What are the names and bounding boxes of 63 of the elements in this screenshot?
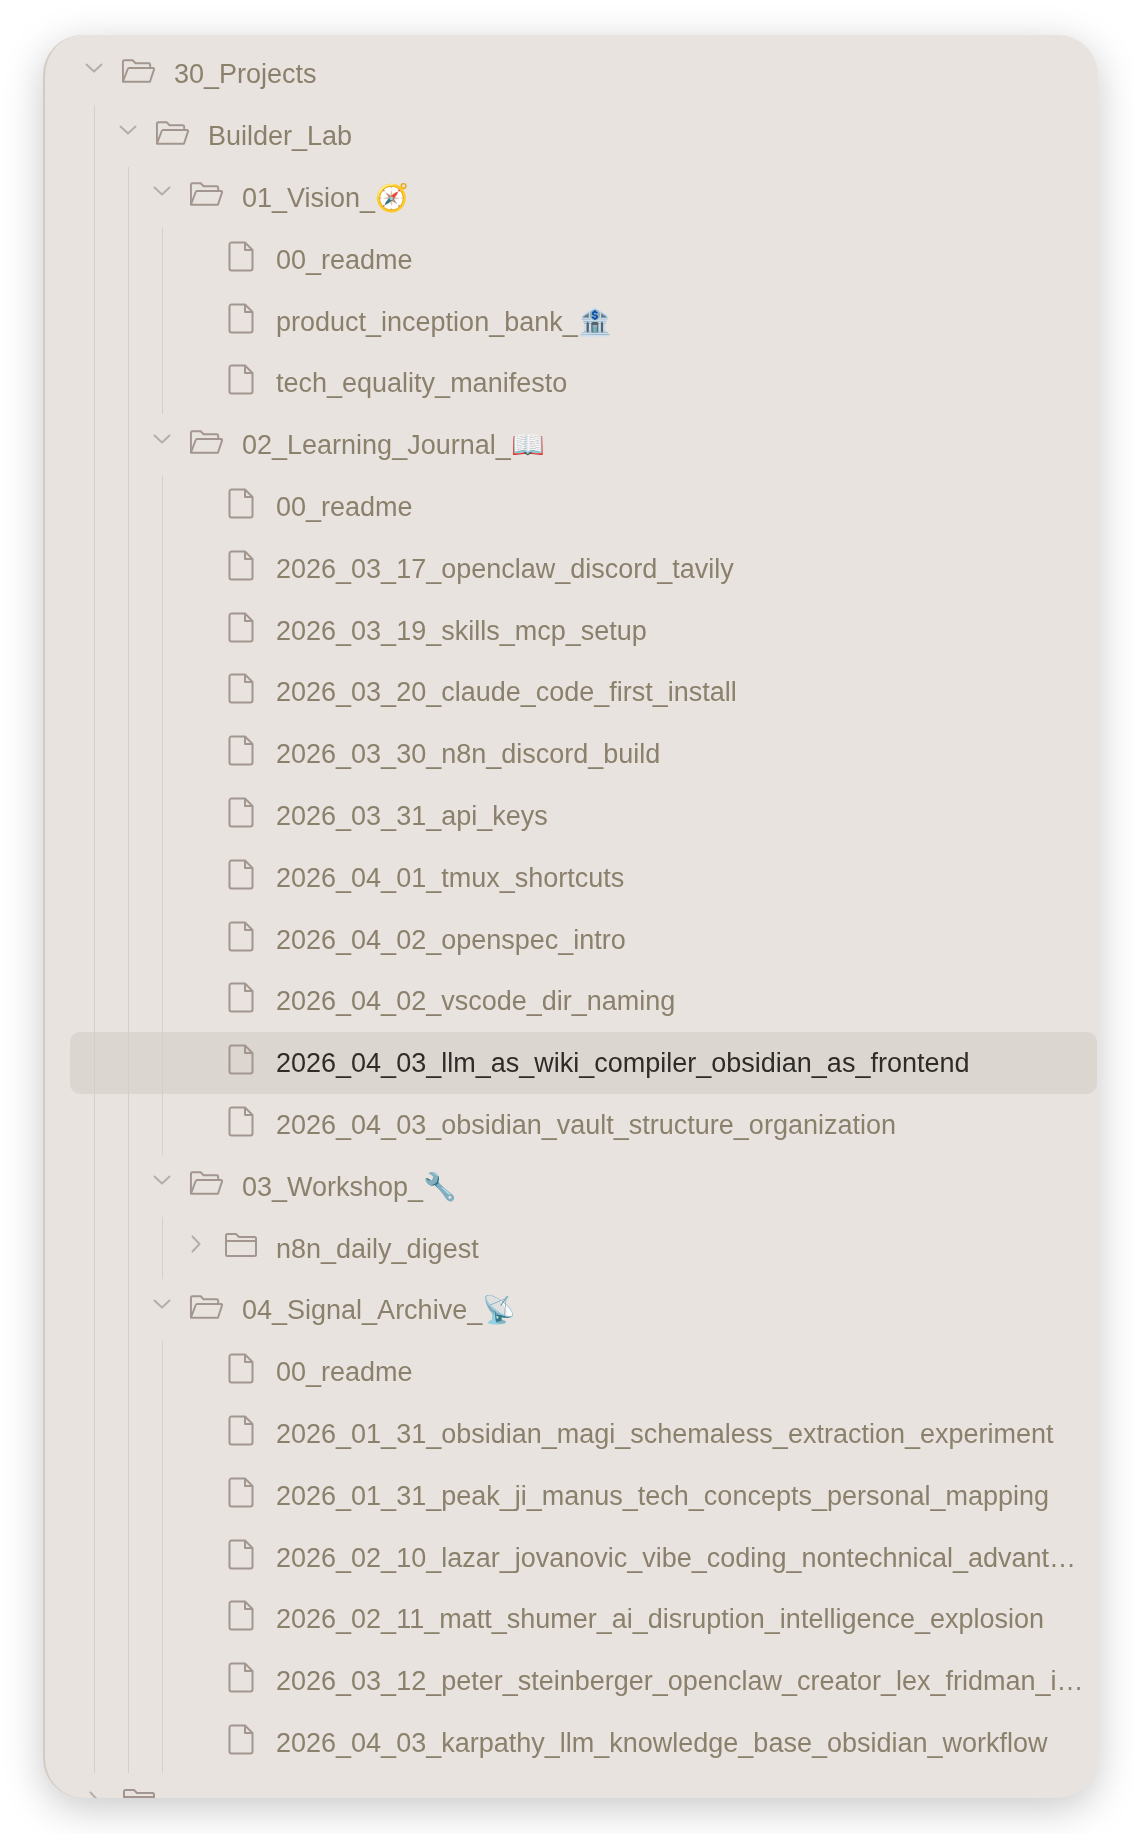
chevron-right-icon[interactable] <box>191 1235 201 1254</box>
file-icon <box>227 1044 254 1076</box>
file-icon <box>227 611 254 643</box>
file-row[interactable]: 2026_04_03_obsidian_vault_structure_organization <box>70 1093 1097 1156</box>
folder-row[interactable]: 01_Vision_🧭 <box>70 166 1097 229</box>
file-row[interactable]: 2026_03_31_api_keys <box>70 784 1097 847</box>
file-icon <box>227 858 254 890</box>
file-row[interactable]: 2026_03_30_n8n_discord_build <box>70 722 1097 785</box>
file-icon <box>227 302 254 334</box>
folder-open-icon <box>189 428 224 455</box>
file-row[interactable]: 2026_03_20_claude_code_first_install <box>70 660 1097 723</box>
file-icon <box>227 1538 254 1570</box>
file-row[interactable]: 00_readme <box>70 1340 1097 1403</box>
folder-row[interactable]: n8n_daily_digest <box>70 1217 1097 1279</box>
folder-row[interactable]: 02_Learning_Journal_📖 <box>70 413 1097 476</box>
folder-open-icon <box>189 1170 224 1197</box>
file-icon <box>227 1105 254 1137</box>
folder-row[interactable]: 04_Signal_Archive_📡 <box>70 1278 1097 1341</box>
folder-open-icon <box>121 57 156 84</box>
file-row[interactable]: 2026_03_19_skills_mcp_setup <box>70 599 1097 661</box>
file-icon <box>227 673 254 705</box>
folder-open-icon <box>155 119 190 146</box>
file-row[interactable]: 2026_01_31_peak_ji_manus_tech_concepts_personal_mapping <box>70 1464 1097 1527</box>
folder-icon <box>223 1232 258 1259</box>
file-row[interactable]: 2026_01_31_obsidian_magi_schemaless_extraction_experiment <box>70 1402 1097 1465</box>
file-row[interactable]: 2026_03_12_peter_steinberger_openclaw_creator_lex_fridman_i… <box>70 1649 1097 1712</box>
file-row[interactable]: 2026_02_10_lazar_jovanovic_vibe_coding_nontechnical_advant… <box>70 1526 1097 1588</box>
folder-open-icon <box>189 181 224 208</box>
file-icon <box>227 1353 254 1385</box>
file-row[interactable]: 2026_02_11_matt_shumer_ai_disruption_intelligence_explosion <box>70 1587 1097 1650</box>
file-icon <box>227 549 254 581</box>
file-row[interactable]: 2026_04_01_tmux_shortcuts <box>70 846 1097 909</box>
file-icon <box>227 1662 254 1694</box>
file-icon <box>227 487 254 519</box>
file-icon <box>227 1600 254 1632</box>
file-row[interactable]: 2026_04_03_karpathy_llm_knowledge_base_obsidian_workflow <box>70 1711 1097 1774</box>
file-icon <box>227 735 254 767</box>
file-row[interactable]: 00_readme <box>70 228 1097 291</box>
file-icon <box>227 364 254 396</box>
chevron-down-icon[interactable] <box>153 433 171 444</box>
file-icon <box>227 1723 254 1755</box>
folder-row[interactable]: 30_Projects <box>70 43 1097 105</box>
file-icon <box>227 796 254 828</box>
file-row[interactable]: product_inception_bank_🏦 <box>70 290 1097 352</box>
file-row[interactable]: 2026_04_02_openspec_intro <box>70 908 1097 970</box>
chevron-down-icon[interactable] <box>153 1298 171 1309</box>
chevron-down-icon[interactable] <box>153 1175 171 1186</box>
file-icon <box>227 920 254 952</box>
file-icon <box>227 1414 254 1446</box>
chevron-down-icon[interactable] <box>119 124 137 135</box>
file-row[interactable]: 2026_04_02_vscode_dir_naming <box>70 969 1097 1032</box>
file-icon <box>227 1476 254 1508</box>
file-icon <box>227 982 254 1014</box>
folder-row[interactable]: 03_Workshop_🔧 <box>70 1155 1097 1218</box>
chevron-down-icon[interactable] <box>85 62 103 73</box>
file-row[interactable]: tech_equality_manifesto <box>70 352 1097 414</box>
file-row[interactable]: 00_readme <box>70 475 1097 538</box>
folder-row[interactable]: Builder_Lab <box>70 104 1097 167</box>
file-row[interactable]: 2026_04_03_llm_as_wiki_compiler_obsidian_as_frontend <box>70 1031 1097 1094</box>
folder-open-icon <box>189 1293 224 1320</box>
chevron-down-icon[interactable] <box>153 186 171 197</box>
file-icon <box>227 240 254 272</box>
file-row[interactable]: 2026_03_17_openclaw_discord_tavily <box>70 537 1097 600</box>
